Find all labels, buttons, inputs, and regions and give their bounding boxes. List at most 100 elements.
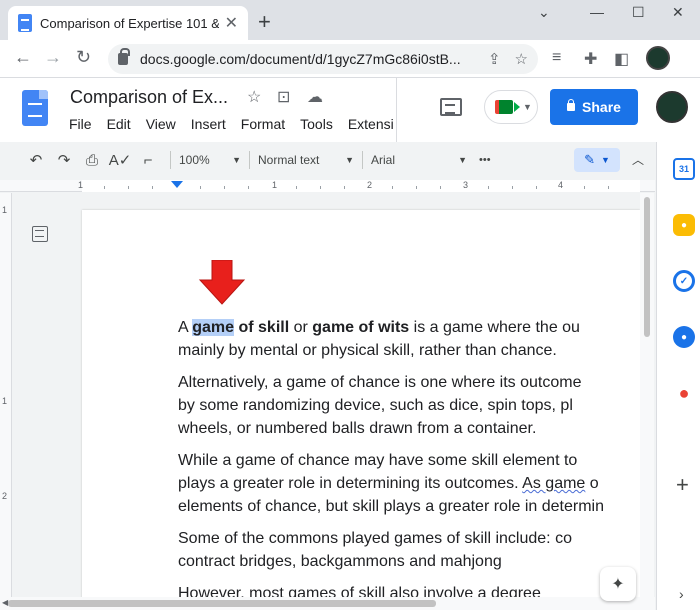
scrollbar-thumb[interactable] bbox=[8, 600, 436, 607]
calendar-icon[interactable]: 31 bbox=[673, 158, 695, 180]
document-title[interactable]: Comparison of Ex... bbox=[70, 87, 228, 108]
ruler-tick bbox=[224, 186, 225, 189]
ruler-number: 1 bbox=[2, 205, 8, 215]
paragraph-2-line-3: wheels, or numbered balls drawn from a c… bbox=[178, 420, 537, 437]
explore-sparkle-button[interactable]: ✦ bbox=[600, 567, 636, 601]
address-bar: ← → ↻ docs.google.com/document/d/1gycZ7m… bbox=[0, 40, 700, 78]
text-run: or bbox=[289, 319, 313, 336]
paint-format-icon[interactable]: ⌐ bbox=[134, 152, 162, 169]
account-avatar[interactable] bbox=[656, 91, 688, 123]
bold-text: game of wits bbox=[312, 319, 410, 336]
ruler-number: 3 bbox=[463, 180, 469, 190]
ruler-tick bbox=[512, 186, 513, 189]
browser-tab-bar: Comparison of Expertise 101 & e ✕ + ⌄ — … bbox=[0, 0, 700, 40]
reload-icon[interactable]: ↻ bbox=[76, 47, 91, 68]
extension-list-icon[interactable]: ≡ bbox=[552, 49, 561, 67]
url-text: docs.google.com/document/d/1gycZ7mGc86i0… bbox=[140, 51, 461, 67]
menu-extensions[interactable]: Extensi bbox=[348, 116, 394, 132]
font-select[interactable]: Arial ▼ bbox=[371, 153, 467, 167]
chevron-down-icon: ▼ bbox=[600, 155, 610, 165]
sparkle-icon: ✦ bbox=[611, 576, 625, 593]
lock-icon bbox=[118, 48, 130, 65]
spellcheck-icon[interactable]: A✓ bbox=[106, 151, 134, 169]
paragraph-4-line-1: Some of the commons played games of skil… bbox=[178, 530, 572, 547]
browser-tab[interactable]: Comparison of Expertise 101 & e ✕ bbox=[8, 6, 248, 40]
back-arrow-icon[interactable]: ← bbox=[14, 47, 32, 68]
maximize-icon[interactable]: ☐ bbox=[632, 4, 645, 21]
menu-insert[interactable]: Insert bbox=[191, 116, 226, 132]
menu-bar: File Edit View Insert Format Tools Exten… bbox=[69, 116, 394, 132]
undo-icon[interactable]: ↶ bbox=[22, 151, 50, 169]
ruler-tick bbox=[392, 186, 393, 189]
ruler-number: 2 bbox=[367, 180, 373, 190]
close-window-icon[interactable]: ✕ bbox=[672, 4, 684, 21]
keep-icon[interactable]: ● bbox=[673, 214, 695, 236]
menu-format[interactable]: Format bbox=[241, 116, 285, 132]
minimize-icon[interactable]: — bbox=[590, 4, 604, 20]
cloud-saved-icon: ☁ bbox=[307, 89, 323, 106]
hide-menus-chevron-up-icon[interactable]: ︿ bbox=[632, 151, 644, 168]
close-tab-icon[interactable]: ✕ bbox=[225, 13, 238, 33]
collapse-panel-chevron-icon[interactable]: › bbox=[679, 586, 684, 602]
ruler-tick bbox=[152, 186, 153, 189]
side-panel-icon[interactable]: ◧ bbox=[614, 49, 629, 69]
document-page[interactable]: A game of skill or game of wits is a gam… bbox=[82, 210, 640, 602]
print-icon[interactable]: ⎙ bbox=[78, 152, 106, 169]
extensions-puzzle-icon[interactable]: ✚ bbox=[584, 49, 597, 69]
spelling-suggestion-text[interactable]: As game bbox=[522, 475, 585, 492]
indent-marker[interactable] bbox=[171, 181, 183, 188]
ruler-tick bbox=[536, 186, 537, 189]
side-panel: 31 ● ✓ ● ● + › bbox=[656, 142, 700, 610]
toolbar-divider bbox=[362, 151, 363, 169]
editing-mode-button[interactable]: ✎ ▼ bbox=[574, 148, 620, 172]
header-divider bbox=[396, 78, 397, 142]
paragraph-2-line-2: by some randomizing device, such as dice… bbox=[178, 397, 573, 414]
horizontal-ruler: 1 1 2 3 4 bbox=[0, 180, 655, 192]
docs-header: Comparison of Ex... ☆ ⊡ ☁ File Edit View… bbox=[0, 78, 700, 142]
paragraph-3-line-2: plays a greater role in determining its … bbox=[178, 472, 638, 495]
menu-file[interactable]: File bbox=[69, 116, 92, 132]
share-page-icon[interactable]: ⇪ bbox=[488, 50, 501, 68]
contacts-icon[interactable]: ● bbox=[673, 326, 695, 348]
ruler-tick bbox=[320, 186, 321, 189]
menu-tools[interactable]: Tools bbox=[300, 116, 333, 132]
selected-word: game bbox=[192, 319, 235, 336]
ruler-number: 4 bbox=[558, 180, 564, 190]
tasks-icon[interactable]: ✓ bbox=[673, 270, 695, 292]
maps-icon[interactable]: ● bbox=[673, 382, 695, 404]
forward-arrow-icon[interactable]: → bbox=[44, 47, 62, 68]
add-addon-icon[interactable]: + bbox=[676, 472, 689, 498]
ruler-tick bbox=[104, 186, 105, 189]
star-icon[interactable]: ☆ bbox=[247, 87, 261, 107]
new-tab-button[interactable]: + bbox=[258, 9, 271, 35]
move-folder-icon[interactable]: ⊡ bbox=[277, 87, 290, 107]
menu-view[interactable]: View bbox=[146, 116, 176, 132]
google-docs-favicon-icon bbox=[18, 14, 32, 32]
ruler-number: 1 bbox=[2, 396, 8, 406]
zoom-value: 100% bbox=[179, 153, 210, 167]
bookmark-star-icon[interactable]: ☆ bbox=[515, 50, 528, 68]
text-run: o bbox=[585, 475, 599, 492]
browser-profile-avatar[interactable] bbox=[646, 46, 670, 70]
lock-icon bbox=[567, 99, 576, 111]
chevron-down-icon[interactable]: ⌄ bbox=[538, 4, 550, 21]
redo-icon[interactable]: ↷ bbox=[50, 151, 78, 169]
menu-edit[interactable]: Edit bbox=[107, 116, 131, 132]
vertical-ruler: 1 1 2 bbox=[0, 193, 12, 597]
meet-button[interactable]: ▼ bbox=[484, 90, 538, 124]
zoom-select[interactable]: 100% ▼ bbox=[179, 153, 241, 167]
more-options-icon[interactable]: ••• bbox=[479, 154, 491, 166]
ruler-tick bbox=[344, 186, 345, 189]
scrollbar-thumb[interactable] bbox=[644, 197, 650, 337]
chevron-down-icon: ▼ bbox=[458, 155, 467, 165]
style-value: Normal text bbox=[258, 153, 320, 167]
vertical-scrollbar[interactable] bbox=[640, 193, 654, 597]
horizontal-scrollbar[interactable]: ◀ bbox=[0, 597, 655, 610]
ruler-tick bbox=[248, 186, 249, 189]
document-outline-icon[interactable] bbox=[32, 226, 48, 242]
url-input[interactable]: docs.google.com/document/d/1gycZ7mGc86i0… bbox=[108, 44, 538, 74]
comment-history-icon[interactable] bbox=[440, 98, 462, 116]
share-button[interactable]: Share bbox=[550, 89, 638, 125]
paragraph-style-select[interactable]: Normal text ▼ bbox=[258, 153, 354, 167]
google-docs-logo-icon[interactable] bbox=[22, 90, 48, 126]
